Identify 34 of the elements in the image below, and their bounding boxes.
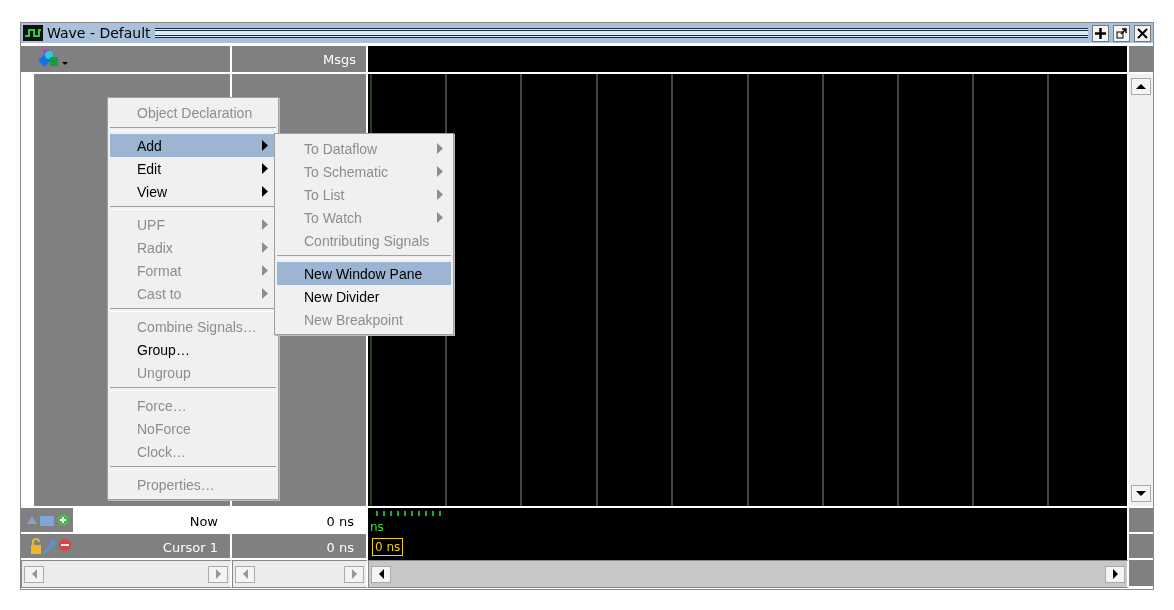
menu-item[interactable]: Add (110, 134, 276, 157)
menu-item[interactable]: Edit (110, 157, 276, 180)
wave-app-icon (23, 25, 43, 41)
right-arrow-icon (1111, 568, 1119, 580)
column-header: Msgs (232, 46, 368, 74)
left-arrow-icon (30, 568, 38, 580)
down-arrow-icon (1135, 489, 1147, 498)
menu-item[interactable]: View (110, 180, 276, 203)
menu-item[interactable]: Group… (110, 338, 276, 361)
left-arrow-icon (241, 568, 249, 580)
plus-icon (1095, 27, 1106, 39)
cursor-time-label: 0 ns (372, 538, 404, 556)
scroll-left-button[interactable] (371, 565, 391, 583)
cursor-name: Now (189, 514, 218, 529)
close-icon (1137, 27, 1148, 39)
up-arrow-icon (1135, 82, 1147, 91)
cursor-value-cell: 0 ns (232, 534, 368, 560)
undock-button[interactable] (1113, 24, 1130, 42)
undock-icon (1116, 27, 1127, 39)
left-arrow-icon (377, 568, 385, 580)
cursor-name: Cursor 1 (162, 540, 218, 555)
menu-item[interactable]: New Divider (277, 285, 451, 308)
scroll-right-button[interactable] (1105, 565, 1125, 583)
right-arrow-icon (214, 568, 222, 580)
menu-item[interactable]: New Window Pane (277, 262, 451, 285)
palette-icon[interactable] (36, 48, 70, 70)
scroll-up-button[interactable] (1131, 78, 1151, 95)
scroll-down-button[interactable] (1131, 485, 1151, 502)
horizontal-scrollbar[interactable] (368, 560, 1129, 588)
close-button[interactable] (1134, 24, 1151, 42)
add-button[interactable] (1092, 24, 1109, 42)
time-label: ns (370, 520, 384, 534)
window-title: Wave - Default (47, 25, 151, 41)
right-arrow-icon (350, 568, 358, 580)
